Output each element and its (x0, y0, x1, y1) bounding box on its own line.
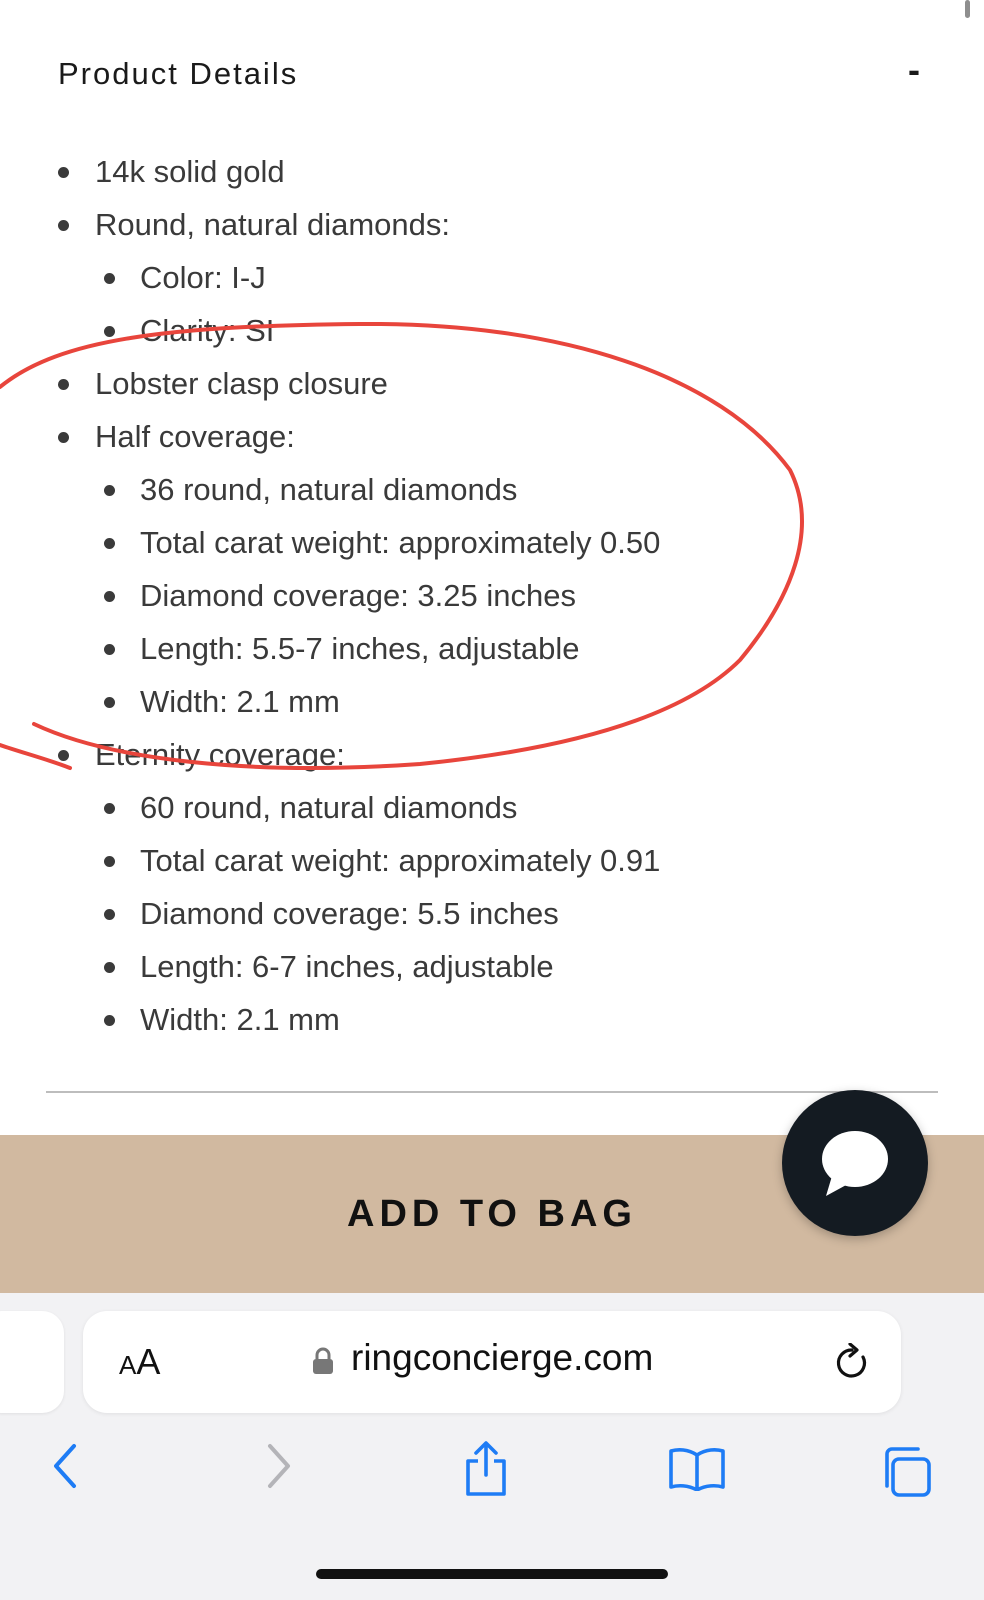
lock-icon (313, 1347, 333, 1374)
detail-text: 14k solid gold (95, 154, 285, 189)
detail-text: Diamond coverage: 5.5 inches (140, 896, 559, 931)
bullet-icon (104, 485, 115, 496)
detail-text: 60 round, natural diamonds (140, 790, 518, 825)
bullet-icon (104, 962, 115, 973)
detail-text: Diamond coverage: 3.25 inches (140, 578, 576, 613)
bullet-icon (104, 1015, 115, 1026)
bullet-icon (58, 167, 69, 178)
detail-text: Lobster clasp closure (95, 366, 388, 401)
bullet-icon (104, 909, 115, 920)
detail-list-item: 60 round, natural diamonds (0, 781, 984, 834)
detail-list-item: Eternity coverage: (0, 728, 984, 781)
product-details-list: 14k solid gold Round, natural diamonds: Co… (0, 145, 984, 1046)
detail-list-item: Width: 2.1 mm (0, 675, 984, 728)
home-indicator (316, 1569, 668, 1579)
bookmarks-icon[interactable] (668, 1447, 726, 1491)
scroll-indicator[interactable] (965, 0, 970, 18)
product-details-title: Product Details (58, 56, 299, 91)
detail-list-item: Lobster clasp closure (0, 357, 984, 410)
bullet-icon (58, 750, 69, 761)
detail-list-item: Diamond coverage: 3.25 inches (0, 569, 984, 622)
bullet-icon (104, 591, 115, 602)
detail-text: Round, natural diamonds: (95, 207, 451, 242)
detail-list-item: Total carat weight: approximately 0.50 (0, 516, 984, 569)
bullet-icon (104, 326, 115, 337)
detail-list-item: Half coverage: (0, 410, 984, 463)
bullet-icon (104, 273, 115, 284)
detail-list-item: 14k solid gold (0, 145, 984, 198)
collapse-toggle-button[interactable]: - (908, 52, 920, 88)
chat-bubble-icon (822, 1131, 888, 1196)
detail-text: Length: 6-7 inches, adjustable (140, 949, 554, 984)
product-details-header[interactable]: Product Details - (58, 52, 920, 92)
text-size-button[interactable]: AA (119, 1341, 161, 1382)
share-icon[interactable] (463, 1441, 509, 1497)
detail-list-item: Length: 5.5-7 inches, adjustable (0, 622, 984, 675)
text-size-small-label: A (119, 1350, 137, 1380)
detail-text: Eternity coverage: (95, 737, 345, 772)
back-icon[interactable] (50, 1443, 80, 1489)
detail-text: Half coverage: (95, 419, 295, 454)
bullet-icon (58, 379, 69, 390)
detail-text: Total carat weight: approximately 0.91 (140, 843, 661, 878)
bullet-icon (104, 803, 115, 814)
detail-list-item: 36 round, natural diamonds (0, 463, 984, 516)
bullet-icon (104, 644, 115, 655)
detail-list-item: Total carat weight: approximately 0.91 (0, 834, 984, 887)
detail-text: Color: I-J (140, 260, 266, 295)
detail-list-item: Clarity: SI (0, 304, 984, 357)
bullet-icon (104, 856, 115, 867)
bullet-icon (58, 220, 69, 231)
divider (46, 1091, 938, 1093)
detail-text: 36 round, natural diamonds (140, 472, 518, 507)
address-bar[interactable]: AA ringconcierge.com (83, 1311, 901, 1413)
chat-button[interactable] (782, 1090, 928, 1236)
bullet-icon (104, 538, 115, 549)
url-text: ringconcierge.com (351, 1337, 654, 1378)
detail-list-item: Color: I-J (0, 251, 984, 304)
forward-icon[interactable] (264, 1443, 294, 1489)
bullet-icon (58, 432, 69, 443)
detail-text: Total carat weight: approximately 0.50 (140, 525, 661, 560)
detail-text: Width: 2.1 mm (140, 684, 340, 719)
detail-text: Clarity: SI (140, 313, 275, 348)
reload-icon[interactable] (833, 1343, 871, 1383)
detail-list-item: Length: 6-7 inches, adjustable (0, 940, 984, 993)
tabs-icon[interactable] (878, 1445, 932, 1499)
detail-list-item: Round, natural diamonds: (0, 198, 984, 251)
previous-tab-card[interactable] (0, 1311, 64, 1413)
text-size-big-label: A (136, 1341, 161, 1382)
detail-list-item: Width: 2.1 mm (0, 993, 984, 1046)
detail-text: Length: 5.5-7 inches, adjustable (140, 631, 580, 666)
bullet-icon (104, 697, 115, 708)
detail-text: Width: 2.1 mm (140, 1002, 340, 1037)
detail-list-item: Diamond coverage: 5.5 inches (0, 887, 984, 940)
